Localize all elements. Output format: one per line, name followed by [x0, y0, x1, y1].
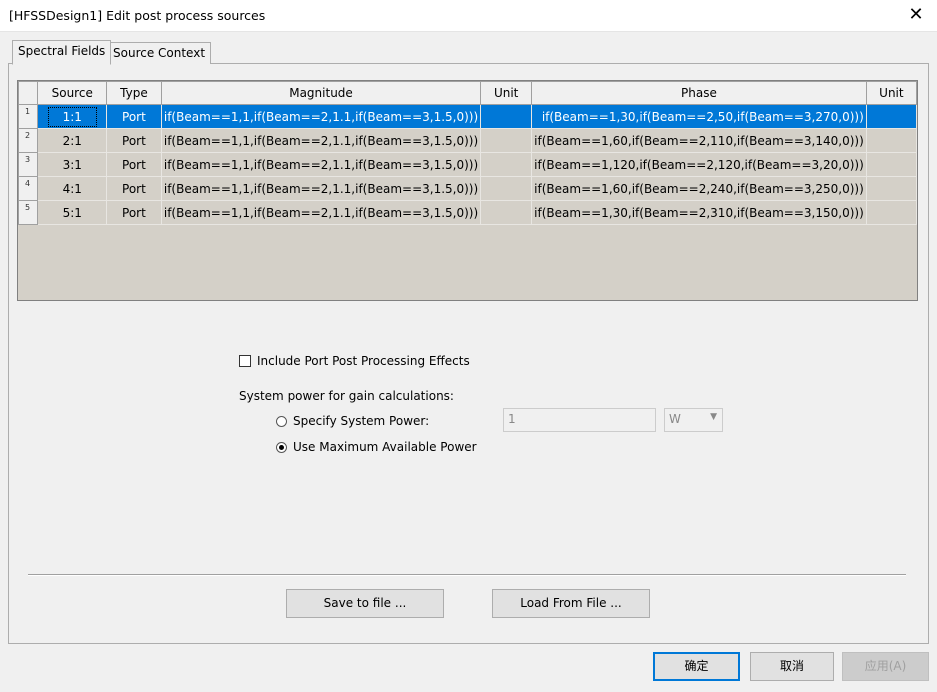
header-unit[interactable]: Unit [865, 81, 918, 105]
power-label: System power for gain calculations: [239, 389, 454, 403]
header-phase[interactable]: Phase [531, 81, 867, 105]
radio-button[interactable] [276, 415, 287, 427]
type-cell[interactable]: Port [106, 104, 162, 129]
magnitude-cell-text: if(Beam==1,1,if(Beam==2,1.1,if(Beam==3,1… [163, 133, 479, 148]
row-number-text: 5 [25, 203, 31, 212]
type-cell-text: Port [122, 181, 146, 196]
type-cell-text: Port [122, 109, 146, 124]
magnitude-cell[interactable]: if(Beam==1,1,if(Beam==2,1.1,if(Beam==3,1… [160, 104, 482, 129]
unit-cell[interactable] [865, 128, 918, 153]
phase-cell[interactable]: if(Beam==1,30,if(Beam==2,310,if(Beam==3,… [531, 200, 867, 225]
source-cell[interactable]: 5:1 [37, 200, 107, 225]
source-cell[interactable]: 3:1 [37, 152, 107, 177]
phase-cell[interactable]: if(Beam==1,60,if(Beam==2,240,if(Beam==3,… [531, 176, 867, 201]
specify-power-label: Specify System Power: [293, 414, 430, 428]
close-icon[interactable]: ✕ [905, 4, 927, 25]
window-title: [HFSSDesign1] Edit post process sources [9, 8, 266, 23]
cancel-button[interactable]: 取消 [750, 652, 834, 681]
title-bar: [HFSSDesign1] Edit post process sources … [0, 0, 937, 32]
table-row[interactable]: 4 4:1 Port if(Beam==1,1,if(Beam==2,1.1,if(B… [17, 176, 918, 201]
row-number[interactable]: 4 [17, 176, 39, 201]
table-row[interactable]: 3 3:1 Port if(Beam==1,1,if(Beam==2,1.1,if(B… [17, 152, 918, 177]
table-row[interactable]: 1 1:1 Port if(Beam==1,1,if(Beam==2,1.1,if(B… [17, 104, 918, 129]
header-unit[interactable]: Unit [480, 81, 533, 105]
row-number-text: 3 [25, 155, 31, 164]
row-number-text: 4 [25, 179, 31, 188]
source-cell-text: 2:1 [62, 133, 82, 148]
type-cell-text: Port [122, 205, 146, 220]
ok-button[interactable]: 确定 [653, 652, 740, 681]
magnitude-cell[interactable]: if(Beam==1,1,if(Beam==2,1.1,if(Beam==3,1… [160, 128, 482, 153]
magnitude-cell-text: if(Beam==1,1,if(Beam==2,1.1,if(Beam==3,1… [163, 205, 479, 220]
magnitude-cell[interactable]: if(Beam==1,1,if(Beam==2,1.1,if(Beam==3,1… [160, 176, 482, 201]
unit-cell[interactable] [480, 152, 533, 177]
max-power-label: Use Maximum Available Power [293, 440, 477, 454]
divider [28, 574, 906, 576]
save-to-file-button[interactable]: Save to file ... [286, 589, 444, 618]
tab-spectral-fields[interactable]: Spectral Fields [12, 40, 112, 65]
type-cell[interactable]: Port [106, 176, 162, 201]
source-cell[interactable]: 2:1 [37, 128, 107, 153]
include-effects-label: Include Port Post Processing Effects [257, 354, 470, 368]
table-row[interactable]: 5 5:1 Port if(Beam==1,1,if(Beam==2,1.1,if(B… [17, 200, 918, 225]
type-cell[interactable]: Port [106, 128, 162, 153]
unit-cell[interactable] [865, 152, 918, 177]
unit-cell[interactable] [865, 200, 918, 225]
unit-cell[interactable] [480, 128, 533, 153]
load-from-file-button[interactable]: Load From File ... [492, 589, 650, 618]
specify-power-radio[interactable]: Specify System Power: [276, 414, 429, 428]
magnitude-cell-text: if(Beam==1,1,if(Beam==2,1.1,if(Beam==3,1… [163, 109, 479, 124]
source-cell-text: 3:1 [62, 157, 82, 172]
phase-cell-text: if(Beam==1,120,if(Beam==2,120,if(Beam==3… [534, 157, 864, 172]
magnitude-cell[interactable]: if(Beam==1,1,if(Beam==2,1.1,if(Beam==3,1… [160, 152, 482, 177]
phase-cell[interactable]: if(Beam==1,120,if(Beam==2,120,if(Beam==3… [531, 152, 867, 177]
checkbox-box[interactable] [239, 355, 251, 367]
source-cell-text: 1:1 [47, 106, 97, 127]
unit-cell[interactable] [865, 104, 918, 129]
apply-button[interactable]: 应用(A) [842, 652, 929, 681]
corner-header [17, 81, 39, 105]
table-row[interactable]: 2 2:1 Port if(Beam==1,1,if(Beam==2,1.1,if(B… [17, 128, 918, 153]
header-magnitude[interactable]: Magnitude [160, 81, 482, 105]
row-number-text: 2 [25, 131, 31, 140]
source-cell-text: 4:1 [62, 181, 82, 196]
source-cell[interactable]: 4:1 [37, 176, 107, 201]
type-cell[interactable]: Port [106, 200, 162, 225]
phase-cell-text: if(Beam==1,30,if(Beam==2,50,if(Beam==3,2… [541, 109, 864, 124]
row-number-text: 1 [25, 107, 31, 116]
unit-cell[interactable] [480, 104, 533, 129]
phase-cell-text: if(Beam==1,60,if(Beam==2,110,if(Beam==3,… [534, 133, 864, 148]
source-cell-text: 5:1 [62, 205, 82, 220]
magnitude-cell-text: if(Beam==1,1,if(Beam==2,1.1,if(Beam==3,1… [163, 181, 479, 196]
radio-button[interactable] [276, 441, 287, 453]
magnitude-cell-text: if(Beam==1,1,if(Beam==2,1.1,if(Beam==3,1… [163, 157, 479, 172]
type-cell-text: Port [122, 157, 146, 172]
row-number[interactable]: 2 [17, 128, 39, 153]
phase-cell-text: if(Beam==1,60,if(Beam==2,240,if(Beam==3,… [534, 181, 864, 196]
include-effects-checkbox[interactable]: Include Port Post Processing Effects [239, 354, 470, 368]
sources-grid: Source Type Magnitude Unit Phase Unit 11… [17, 80, 918, 301]
row-number[interactable]: 5 [17, 200, 39, 225]
unit-cell[interactable] [480, 200, 533, 225]
power-unit-select[interactable]: W ▼ [664, 408, 723, 432]
row-number[interactable]: 3 [17, 152, 39, 177]
type-cell-text: Port [122, 133, 146, 148]
header-source[interactable]: Source [37, 81, 107, 105]
chevron-down-icon: ▼ [710, 412, 717, 422]
unit-cell[interactable] [865, 176, 918, 201]
unit-cell[interactable] [480, 176, 533, 201]
phase-cell-text: if(Beam==1,30,if(Beam==2,310,if(Beam==3,… [534, 205, 864, 220]
source-cell[interactable]: 1:1 [37, 104, 107, 129]
power-unit-value: W [669, 412, 681, 426]
sources-table: Source Type Magnitude Unit Phase Unit 11… [17, 81, 918, 225]
phase-cell[interactable]: if(Beam==1,60,if(Beam==2,110,if(Beam==3,… [531, 128, 867, 153]
header-type[interactable]: Type [106, 81, 162, 105]
max-power-radio[interactable]: Use Maximum Available Power [276, 440, 477, 454]
tab-source-context[interactable]: Source Context [107, 42, 212, 64]
magnitude-cell[interactable]: if(Beam==1,1,if(Beam==2,1.1,if(Beam==3,1… [160, 200, 482, 225]
phase-cell[interactable]: if(Beam==1,30,if(Beam==2,50,if(Beam==3,2… [531, 104, 867, 129]
type-cell[interactable]: Port [106, 152, 162, 177]
row-number[interactable]: 1 [17, 104, 39, 129]
system-power-input[interactable]: 1 [503, 408, 656, 432]
